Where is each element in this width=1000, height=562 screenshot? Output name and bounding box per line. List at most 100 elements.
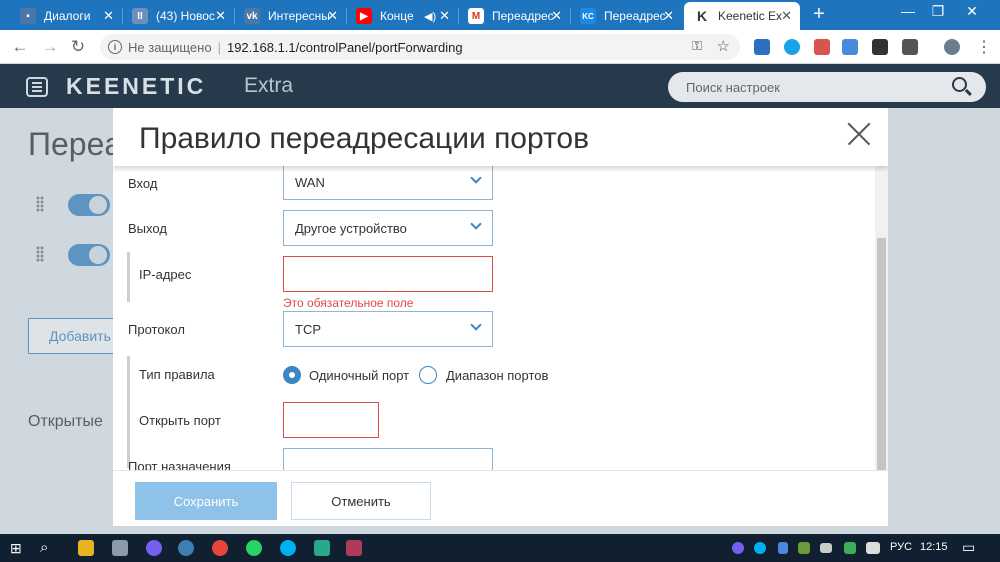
single-port-label[interactable]: Одиночный порт <box>309 368 409 383</box>
maximize-button[interactable]: ❐ <box>923 3 953 20</box>
key-icon[interactable]: ⚿ <box>692 38 702 54</box>
open-port-field[interactable] <box>283 402 379 438</box>
chat-icon: ▪ <box>20 8 36 24</box>
vk-icon: vk <box>244 8 260 24</box>
chrome-icon[interactable] <box>212 540 228 556</box>
battery-icon[interactable] <box>820 543 832 553</box>
url-text: 192.168.1.1/controlPanel/portForwarding <box>226 39 463 55</box>
save-button[interactable]: Сохранить <box>135 482 277 520</box>
destination-port-field[interactable] <box>283 448 493 470</box>
app-icon[interactable] <box>178 540 194 556</box>
tab-keenetic-extra[interactable]: K Keenetic Ex ✕ <box>684 2 800 30</box>
address-bar[interactable]: i Не защищено | 192.168.1.1/controlPanel… <box>100 34 740 60</box>
forward-icon[interactable]: → <box>40 37 60 57</box>
dialog-title: Правило переадресации портов <box>139 122 590 155</box>
bluetooth-icon[interactable] <box>778 542 788 554</box>
avatar[interactable] <box>944 39 960 55</box>
protocol-select[interactable]: TCP <box>283 311 493 347</box>
rule-type-label: Тип правила <box>139 367 215 382</box>
app-header: KEENETIC Extra <box>0 64 1000 108</box>
clock[interactable]: 12:15 <box>920 541 948 553</box>
port-range-label[interactable]: Диапазон портов <box>446 368 548 383</box>
shield-icon[interactable] <box>844 542 856 554</box>
ip-error-message: Это обязательное поле <box>283 296 414 310</box>
close-icon[interactable]: ✕ <box>551 8 562 24</box>
mail-icon[interactable] <box>902 39 918 55</box>
translate-icon[interactable] <box>842 39 858 55</box>
indent-bar <box>127 252 130 302</box>
app-icon[interactable] <box>314 540 330 556</box>
toolbar: ← → ↻ i Не защищено | 192.168.1.1/contro… <box>0 30 1000 64</box>
explorer-icon[interactable] <box>78 540 94 556</box>
star-icon[interactable]: ☆ <box>717 37 730 55</box>
browser-window: ▪ Диалоги ✕ II (43) Новос ✕ vk Интересны… <box>0 0 1000 562</box>
close-icon[interactable]: ✕ <box>103 8 114 24</box>
keenetic-community-icon: KC <box>580 8 596 24</box>
tab-concert[interactable]: ▶ Конце ◀) ✕ <box>346 2 458 30</box>
new-tab-button[interactable]: + <box>808 3 830 26</box>
tab-dialogs[interactable]: ▪ Диалоги ✕ <box>10 2 122 30</box>
tab-strip: ▪ Диалоги ✕ II (43) Новос ✕ vk Интересны… <box>0 0 1000 30</box>
tab-interesting[interactable]: vk Интересны ✕ <box>234 2 346 30</box>
pdf-icon[interactable] <box>814 39 830 55</box>
tab-forwarding-gmail[interactable]: M Переадрес ✕ <box>458 2 570 30</box>
minimize-button[interactable]: — <box>893 3 923 19</box>
radio-port-range[interactable] <box>419 366 437 384</box>
ip-address-label: IP-адрес <box>139 267 192 282</box>
chevron-down-icon <box>470 172 482 184</box>
close-icon[interactable]: ✕ <box>663 8 674 24</box>
extension-icon[interactable] <box>784 39 800 55</box>
back-icon[interactable]: ← <box>10 37 30 57</box>
search-icon[interactable]: ⌕ <box>40 539 48 556</box>
viber-tray-icon[interactable] <box>732 542 744 554</box>
close-window-button[interactable]: ✕ <box>957 3 987 20</box>
tab-forwarding-community[interactable]: KC Переадрес ✕ <box>570 2 682 30</box>
protocol-label: Протокол <box>128 322 185 337</box>
hamburger-icon[interactable] <box>26 77 48 97</box>
settings-search-input[interactable] <box>668 72 986 102</box>
tab-news[interactable]: II (43) Новос ✕ <box>122 2 234 30</box>
chevron-down-icon <box>470 319 482 331</box>
ip-address-field[interactable] <box>283 256 493 292</box>
close-icon[interactable]: ✕ <box>327 8 338 24</box>
whatsapp-icon[interactable] <box>246 540 262 556</box>
volume-icon[interactable] <box>866 542 880 554</box>
dialog-header: Правило переадресации портов <box>113 108 888 166</box>
youtube-icon: ▶ <box>356 8 372 24</box>
info-icon[interactable]: i <box>108 40 122 54</box>
keenetic-logo: KEENETIC <box>66 73 207 99</box>
incognito-icon[interactable] <box>872 39 888 55</box>
tray-icon[interactable] <box>798 542 810 554</box>
close-icon[interactable]: ✕ <box>215 8 226 24</box>
close-icon[interactable]: ✕ <box>781 8 792 24</box>
viber-icon[interactable] <box>146 540 162 556</box>
input-label: Вход <box>128 176 158 191</box>
port-forwarding-rule-dialog: Правило переадресации портов Вход WAN Вы… <box>113 108 888 526</box>
app-icon[interactable] <box>346 540 362 556</box>
windows-start-icon[interactable]: ⊞ <box>10 540 22 557</box>
pause-icon: II <box>132 8 148 24</box>
extension-icon[interactable] <box>754 39 770 55</box>
windows-taskbar: ⊞ ⌕ РУС 12:15 ▭ <box>0 534 1000 562</box>
menu-icon[interactable]: ⋮ <box>976 37 992 57</box>
indent-bar <box>127 356 130 468</box>
app-icon[interactable] <box>112 540 128 556</box>
model-name: Extra <box>244 74 294 97</box>
dialog-footer: Сохранить Отменить <box>113 470 888 526</box>
chevron-down-icon <box>470 218 482 230</box>
scrollbar-thumb[interactable] <box>877 238 886 490</box>
language-indicator[interactable]: РУС <box>890 541 912 553</box>
close-icon[interactable]: ✕ <box>439 8 450 24</box>
input-select[interactable]: WAN <box>283 166 493 200</box>
skype-icon[interactable] <box>280 540 296 556</box>
close-icon[interactable] <box>847 122 871 146</box>
output-select[interactable]: Другое устройство <box>283 210 493 246</box>
open-port-label: Открыть порт <box>139 413 221 428</box>
skype-tray-icon[interactable] <box>754 542 766 554</box>
cancel-button[interactable]: Отменить <box>291 482 431 520</box>
search-icon[interactable] <box>952 77 967 92</box>
speaker-icon[interactable]: ◀) <box>424 10 436 23</box>
notifications-icon[interactable]: ▭ <box>962 539 975 556</box>
radio-single-port[interactable] <box>283 366 301 384</box>
reload-icon[interactable]: ↻ <box>68 37 88 57</box>
